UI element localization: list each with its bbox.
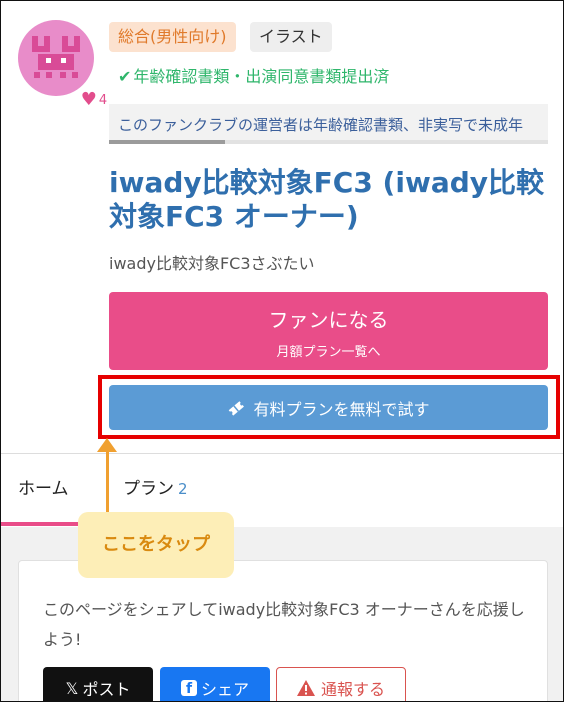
notice-scrollbar[interactable] — [109, 140, 548, 144]
fanclub-subtitle: iwady比較対象FC3さぶたい — [109, 254, 315, 273]
share-message: このページをシェアしてiwady比較対象FC3 オーナーさんを応援しよう! — [43, 600, 525, 649]
like-count: 4 — [98, 92, 108, 108]
facebook-share-button[interactable]: f シェア — [160, 667, 270, 702]
avatar[interactable]: ♥ 4 — [18, 20, 112, 112]
heart-icon: ♥ — [80, 89, 97, 110]
tab-plan-count: 2 — [178, 480, 188, 498]
post-label: ポスト — [82, 680, 131, 699]
report-label: 通報する — [320, 680, 385, 699]
tab-plan[interactable]: プラン 2 — [123, 474, 188, 499]
warning-icon — [296, 680, 315, 696]
share-label: シェア — [200, 680, 249, 699]
facebook-icon: f — [180, 680, 197, 697]
become-fan-label: ファンになる — [268, 308, 389, 332]
fanclub-title: iwady比較対象FC3 (iwady比較対象FC3 オーナー) — [109, 166, 545, 233]
report-button[interactable]: 通報する — [276, 667, 406, 702]
tab-home[interactable]: ホーム — [18, 474, 69, 499]
post-button[interactable]: 𝕏 ポスト — [43, 667, 153, 702]
arrow-line — [106, 446, 109, 512]
notice-scrollbar-thumb[interactable] — [109, 140, 225, 144]
x-icon: 𝕏 — [65, 678, 79, 698]
tap-here-callout: ここをタップ — [78, 512, 234, 578]
crab-icon — [32, 36, 80, 78]
verification-status: ✔ 年齢確認書類・出演同意書類提出済 — [118, 63, 389, 87]
tab-divider — [0, 453, 564, 454]
become-fan-button[interactable]: ファンになる 月額プラン一覧へ — [109, 292, 548, 370]
notice-box[interactable]: このファンクラブの運営者は年齢確認書類、非実写で未成年 — [109, 104, 548, 144]
become-fan-sublabel: 月額プラン一覧へ — [276, 345, 381, 360]
share-card: このページをシェアしてiwady比較対象FC3 オーナーさんを応援しよう! 𝕏 … — [18, 560, 548, 702]
genre-tag[interactable]: 総合(男性向け) — [109, 22, 236, 52]
check-icon: ✔ — [118, 67, 132, 86]
tab-home-label: ホーム — [18, 479, 69, 499]
like-badge[interactable]: ♥ 4 — [76, 88, 112, 112]
verification-text: 年齢確認書類・出演同意書類提出済 — [133, 67, 390, 86]
notice-text: このファンクラブの運営者は年齢確認書類、非実写で未成年 — [118, 116, 524, 134]
highlight-box — [98, 375, 560, 439]
tab-plan-label: プラン — [123, 479, 174, 499]
category-tag[interactable]: イラスト — [250, 22, 332, 52]
